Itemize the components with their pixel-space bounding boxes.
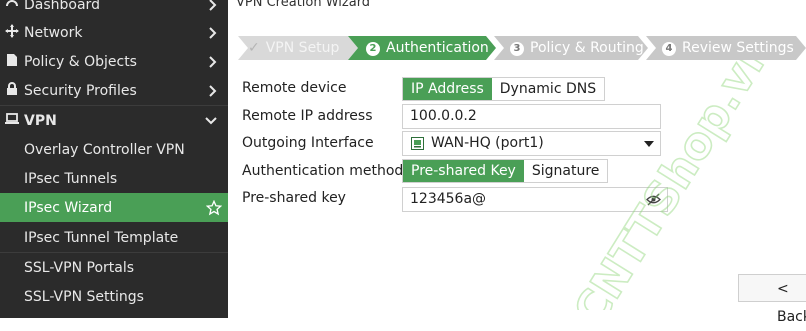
eye-slash-icon[interactable] [646, 193, 661, 206]
back-button[interactable]: < Back [738, 274, 806, 325]
sidebar-item-label: IPsec Wizard [24, 199, 113, 216]
wizard-step-label: Review Settings [682, 40, 794, 56]
chevron-right-icon [209, 84, 217, 97]
wizard-step-review-settings[interactable]: 4 Review Settings [646, 36, 806, 60]
wizard-step-number: 3 [510, 42, 524, 56]
sidebar-item-vpn[interactable]: VPN [0, 106, 228, 135]
wizard-step-setup[interactable]: ✓ VPN Setup [238, 36, 358, 60]
wizard-step-number: 4 [662, 42, 676, 56]
check-icon: ✓ [248, 40, 260, 56]
sidebar-item-ssl-vpn-portals[interactable]: SSL-VPN Portals [0, 253, 228, 282]
sidebar-item-ipsec-wizard[interactable]: IPsec Wizard [0, 193, 228, 222]
sidebar-item-label: IPsec Tunnels [24, 170, 118, 187]
sidebar-item-label: Overlay Controller VPN [24, 141, 185, 158]
page-title: VPN Creation Wizard [236, 0, 371, 10]
network-icon [0, 23, 24, 42]
outgoing-interface-value: WAN-HQ (port1) [431, 135, 544, 151]
outgoing-interface-select[interactable]: WAN-HQ (port1) [402, 131, 661, 156]
ip-address-option[interactable]: IP Address [403, 78, 492, 100]
auth-method-toggle: Pre-shared Key Signature [402, 159, 609, 183]
sidebar-item-ipsec-tunnel-template[interactable]: IPsec Tunnel Template [0, 223, 228, 252]
sidebar-item-label: SSL-VPN Portals [24, 259, 135, 276]
psk-value: 123456a@ [410, 191, 487, 207]
chevron-right-icon [209, 0, 217, 11]
star-icon[interactable] [206, 200, 222, 216]
dashboard-icon [0, 0, 24, 14]
sidebar-item-label: Dashboard [24, 0, 100, 13]
caret-down-icon [644, 141, 654, 147]
sidebar-item-label: Policy & Objects [24, 53, 137, 70]
chevron-down-icon [205, 116, 217, 124]
auth-method-label: Authentication method [242, 163, 404, 179]
interface-icon [411, 137, 424, 150]
wizard-step-authentication[interactable]: 2 Authentication [348, 36, 496, 60]
remote-device-label: Remote device [242, 80, 347, 96]
wizard-step-label: Authentication [386, 40, 489, 56]
dynamic-dns-option[interactable]: Dynamic DNS [492, 78, 604, 100]
remote-ip-input[interactable]: 100.0.0.2 [402, 104, 661, 129]
sidebar-item-label: SSL-VPN Settings [24, 288, 144, 305]
chevron-right-icon [209, 26, 217, 39]
sidebar-item-label: IPsec Tunnel Template [24, 229, 179, 246]
psk-label: Pre-shared key [242, 190, 346, 206]
wizard-step-number: 2 [366, 42, 380, 56]
monitor-icon [0, 112, 24, 129]
chevron-right-icon [209, 55, 217, 68]
pre-shared-key-option[interactable]: Pre-shared Key [403, 160, 524, 182]
signature-option[interactable]: Signature [524, 160, 608, 182]
sidebar-item-network[interactable]: Network [0, 18, 228, 47]
sidebar-item-label: Network [24, 24, 83, 41]
sidebar-item-label: VPN [24, 112, 57, 129]
sidebar-item-overlay-controller-vpn[interactable]: Overlay Controller VPN [0, 135, 228, 164]
wizard-step-label: VPN Setup [265, 40, 340, 56]
sidebar-item-ipsec-tunnels[interactable]: IPsec Tunnels [0, 164, 228, 193]
sidebar-item-security-profiles[interactable]: Security Profiles [0, 76, 228, 105]
policy-icon [0, 53, 24, 71]
sidebar-item-ssl-vpn-settings[interactable]: SSL-VPN Settings [0, 282, 228, 311]
psk-input[interactable]: 123456a@ [402, 187, 668, 212]
wizard-step-policy-routing[interactable]: 3 Policy & Routing [494, 36, 648, 60]
sidebar-item-dashboard[interactable]: Dashboard [0, 0, 228, 19]
wizard-step-label: Policy & Routing [530, 40, 644, 56]
sidebar-item-label: Security Profiles [24, 82, 137, 99]
remote-device-toggle: IP Address Dynamic DNS [402, 77, 606, 101]
lock-icon [0, 81, 24, 100]
sidebar: Dashboard Network Policy & Objects Secur… [0, 0, 228, 318]
wizard-steps: ✓ VPN Setup 2 Authentication 3 Policy & Rou… [238, 36, 806, 60]
outgoing-interface-label: Outgoing Interface [242, 135, 374, 151]
remote-ip-label: Remote IP address [242, 108, 373, 124]
sidebar-item-policy-objects[interactable]: Policy & Objects [0, 47, 228, 76]
